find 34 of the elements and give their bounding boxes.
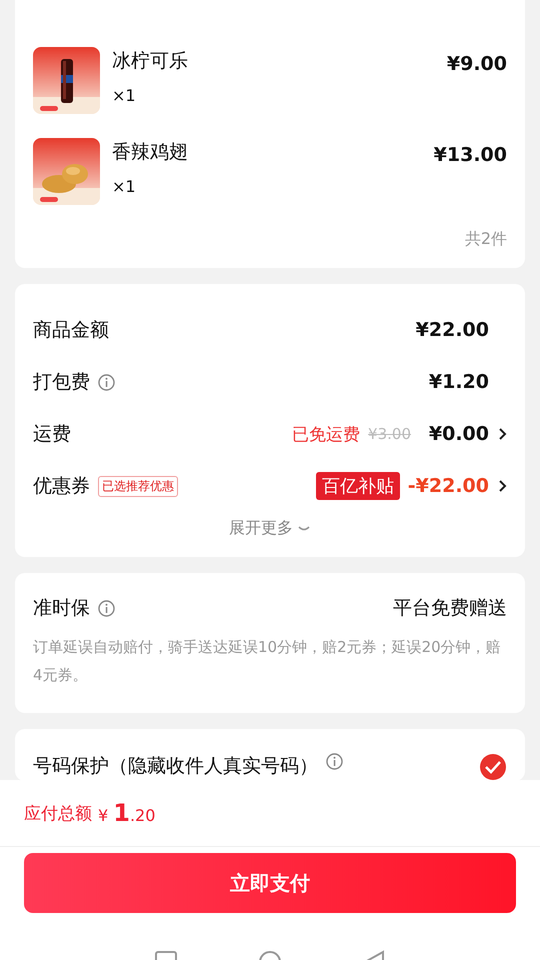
pay-button[interactable]: 立即支付 — [24, 853, 516, 913]
item-name: 香辣鸡翅 — [112, 140, 189, 165]
chevron-down-icon[interactable] — [297, 524, 311, 532]
chevron-icon[interactable] — [497, 479, 507, 493]
fee-label: 优惠券 — [33, 474, 90, 499]
guarantee-description: 订单延误自动赔付，骑手送达延误10分钟，赔2元券；延误20分钟，赔4元券。 — [33, 637, 502, 686]
original-price: ¥3.00 — [368, 425, 411, 443]
fee-label: 商品金额 — [33, 318, 109, 343]
fee-label: 运费 — [33, 422, 71, 447]
coupon-tag: 已选推荐优惠 — [98, 476, 178, 496]
fee-amount: ¥0.00 — [428, 423, 489, 445]
item-name: 冰柠可乐 — [112, 49, 189, 74]
number-protection-title: 号码保护（隐藏收件人真实号码） — [33, 754, 318, 779]
item-price: ¥13.00 — [434, 143, 507, 166]
item-quantity: ×1 — [112, 86, 137, 105]
total-label: 应付总额 — [24, 802, 92, 824]
fee-amount: -¥22.00 — [408, 475, 489, 497]
item-quantity: ×1 — [112, 177, 137, 196]
info-icon[interactable] — [98, 600, 115, 616]
item-count: 共2件 — [464, 229, 507, 250]
free-shipping-note: 已免运费 — [292, 424, 360, 446]
info-icon[interactable] — [326, 753, 343, 770]
fee-amount: ¥1.20 — [428, 371, 489, 393]
fee-label: 打包费 — [33, 370, 90, 395]
guarantee-title: 准时保 — [33, 596, 90, 621]
checkbox[interactable] — [479, 753, 507, 780]
guarantee-value: 平台免费赠送 — [393, 596, 507, 621]
info-icon[interactable] — [98, 374, 115, 390]
expand-more-link[interactable]: 展开更多 — [229, 518, 293, 539]
item-price: ¥9.00 — [446, 52, 507, 75]
fee-amount: ¥22.00 — [416, 319, 489, 341]
chevron-icon[interactable] — [497, 427, 507, 441]
subsidy-badge: 百亿补贴 — [316, 472, 400, 500]
total-amount: ¥ 1.20 — [98, 799, 156, 827]
